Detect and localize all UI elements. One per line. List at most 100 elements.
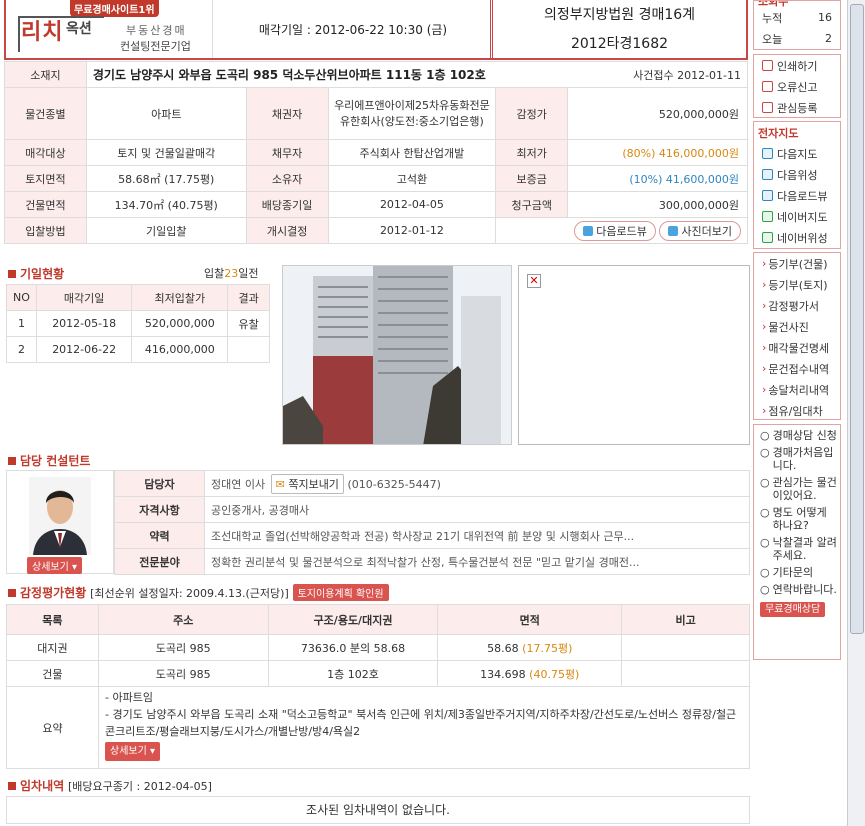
bid-result: [227, 336, 270, 363]
appraisal-item: 대지권: [6, 634, 99, 661]
doc-link[interactable]: › 감정평가서: [754, 295, 840, 316]
consultant-name-cell: 정대연 이사 ✉ 쪽지보내기 (010-6325-5447): [204, 470, 750, 497]
doc-link[interactable]: › 송달처리내역: [754, 379, 840, 400]
debtor: 주식회사 한탑산업개발: [327, 139, 497, 166]
deposit: (10%) 41,600,000원: [567, 165, 748, 192]
arrow-icon: ›: [762, 278, 767, 291]
bid-date: 2012-05-18: [35, 310, 133, 337]
checkbox-icon: [762, 102, 773, 113]
more-photos-button[interactable]: 사진더보기: [659, 220, 741, 241]
radio-icon[interactable]: ○: [760, 583, 770, 596]
map-link-naver[interactable]: 네이버지도: [754, 206, 840, 227]
consult-option[interactable]: ○ 기타문의: [760, 566, 837, 579]
info-label: 청구금액: [495, 191, 569, 218]
appraisal-area: 134.698 (40.75평): [437, 660, 623, 687]
report-error-button[interactable]: 오류신고: [754, 76, 840, 97]
consult-option[interactable]: ○ 명도 어떻게 하나요?: [760, 506, 837, 532]
appraisal-summary: 요약 - 아파트임 - 경기도 남양주시 와부읍 도곡리 소재 "덕소고등학교"…: [6, 686, 750, 769]
summary-line: - 아파트임: [105, 691, 153, 704]
consult-option[interactable]: ○ 관심가는 물건이있어요.: [760, 476, 837, 502]
apartment-photo-graphic: [283, 266, 511, 444]
lease-note: [배당요구종기 : 2012-04-05]: [68, 780, 212, 793]
doc-link[interactable]: › 등기부(건물): [754, 253, 840, 274]
arrow-icon: ›: [762, 341, 767, 354]
arrow-icon: ›: [762, 362, 767, 375]
consultant-label: 약력: [114, 522, 205, 549]
appraisal-address: 도곡리 985: [97, 634, 269, 661]
consultant-detail-button[interactable]: 상세보기 ▾: [27, 557, 83, 574]
consult-option[interactable]: ○ 경매가처음입니다.: [760, 446, 837, 472]
info-label: 토지면적: [4, 165, 87, 192]
property-info-table: 소재지 경기도 남양주시 와부읍 도곡리 985 덕소두산위브아파트 111동 …: [4, 61, 748, 244]
case-number: 2012타경1682: [570, 36, 669, 52]
scrollbar-thumb[interactable]: [850, 4, 864, 634]
summary-line: - 경기도 남양주시 와부읍 도곡리 소재 "덕소고등학교" 북서측 인근에 위…: [105, 708, 737, 738]
claim-amount: 300,000,000원: [567, 191, 748, 218]
consult-option[interactable]: ○ 경매상담 신청: [760, 429, 837, 442]
free-consult-button[interactable]: 무료경매상담: [760, 602, 826, 617]
map-link-naver-satellite[interactable]: 네이버위성: [754, 227, 840, 248]
radio-icon[interactable]: ○: [760, 476, 770, 502]
map-link-daum-satellite[interactable]: 다음위성: [754, 164, 840, 185]
minimum-price: (80%) 416,000,000원: [567, 139, 748, 166]
logo[interactable]: 무료경매사이트1위 리치 옥션 부동산경매 컨설팅전문기업: [8, 0, 213, 58]
info-label: 채무자: [245, 139, 329, 166]
radio-icon[interactable]: ○: [760, 566, 770, 579]
bid-no: 2: [6, 336, 37, 363]
info-label: 감정가: [495, 87, 569, 140]
consultant-name: 정대연 이사: [211, 477, 266, 491]
print-button[interactable]: 인쇄하기: [754, 55, 840, 76]
appraisal-structure: 73636.0 분의 58.68: [267, 634, 439, 661]
doc-link[interactable]: › 매각물건명세: [754, 337, 840, 358]
consult-option[interactable]: ○ 낙찰결과 알려주세요.: [760, 536, 837, 562]
summary-label: 요약: [6, 686, 99, 769]
appraisal-note-cell: [621, 634, 750, 661]
doc-link[interactable]: › 물건사진: [754, 316, 840, 337]
bid-result: 유찰: [227, 310, 270, 337]
section-bullet-icon: [8, 782, 16, 790]
radio-icon[interactable]: ○: [760, 446, 770, 472]
doc-link[interactable]: › 점유/임대차: [754, 400, 840, 421]
info-label: 입찰방법: [4, 217, 87, 244]
map-link-daum-roadview[interactable]: 다음로드뷰: [754, 185, 840, 206]
bid-section-title: 기일현황: [8, 265, 64, 282]
radio-icon[interactable]: ○: [760, 536, 770, 562]
roadview-button[interactable]: 다음로드뷰: [574, 220, 656, 241]
address-label: 소재지: [4, 61, 87, 88]
summary-detail-button[interactable]: 상세보기 ▾: [105, 742, 161, 761]
sale-date: 매각기일 : 2012-06-22 10:30 (금): [216, 0, 491, 58]
lease-section-title: 임차내역: [8, 779, 64, 793]
property-photo[interactable]: [282, 265, 512, 445]
printer-icon: [762, 60, 773, 71]
consultant-label: 담당자: [114, 470, 205, 497]
consultant-value: 공인중개사, 공경매사: [204, 496, 750, 523]
radio-icon[interactable]: ○: [760, 429, 770, 442]
appraisal-table: 목록 주소 구조/용도/대지권 면적 비고 대지권 도곡리 985 73636.…: [6, 604, 750, 687]
appraisal-structure: 1층 102호: [267, 660, 439, 687]
consult-option[interactable]: ○ 연락바랍니다.: [760, 583, 837, 596]
land-use-plan-button[interactable]: 토지이용계획 확인원: [292, 584, 389, 601]
bid-col-header: 최저입찰가: [131, 284, 229, 311]
view-count-box: 조회수 누적 16 오늘 2: [753, 0, 841, 50]
map-link-daum[interactable]: 다음지도: [754, 143, 840, 164]
info-value: 아파트: [85, 87, 247, 140]
appraisal-note: [최선순위 설정일자: 2009.4.13.(근저당)]: [90, 587, 289, 600]
info-label: 개시결정: [245, 217, 329, 244]
table-row: 1 2012-05-18 520,000,000 유찰: [6, 310, 270, 337]
appraisal-col-header: 구조/용도/대지권: [267, 604, 439, 635]
commence-date: 2012-01-12: [327, 217, 497, 244]
view-count-title: 조회수: [758, 0, 789, 8]
radio-icon[interactable]: ○: [760, 506, 770, 532]
property-photo-missing[interactable]: ✕: [518, 265, 750, 445]
roadview-icon: [583, 225, 594, 236]
scrollbar[interactable]: [847, 0, 865, 826]
doc-link[interactable]: › 등기부(토지): [754, 274, 840, 295]
appraisal-item: 건물: [6, 660, 99, 687]
send-message-button[interactable]: ✉ 쪽지보내기: [270, 473, 344, 494]
add-favorite-button[interactable]: 관심등록: [754, 97, 840, 118]
consultant-table: 담당자 정대연 이사 ✉ 쪽지보내기 (010-6325-5447) 자격사항 …: [114, 470, 750, 575]
info-value: 134.70㎡ (40.75평): [85, 191, 247, 218]
appraised-price: 520,000,000원: [567, 87, 748, 140]
doc-link[interactable]: › 문건접수내역: [754, 358, 840, 379]
daum-icon: [762, 190, 773, 201]
